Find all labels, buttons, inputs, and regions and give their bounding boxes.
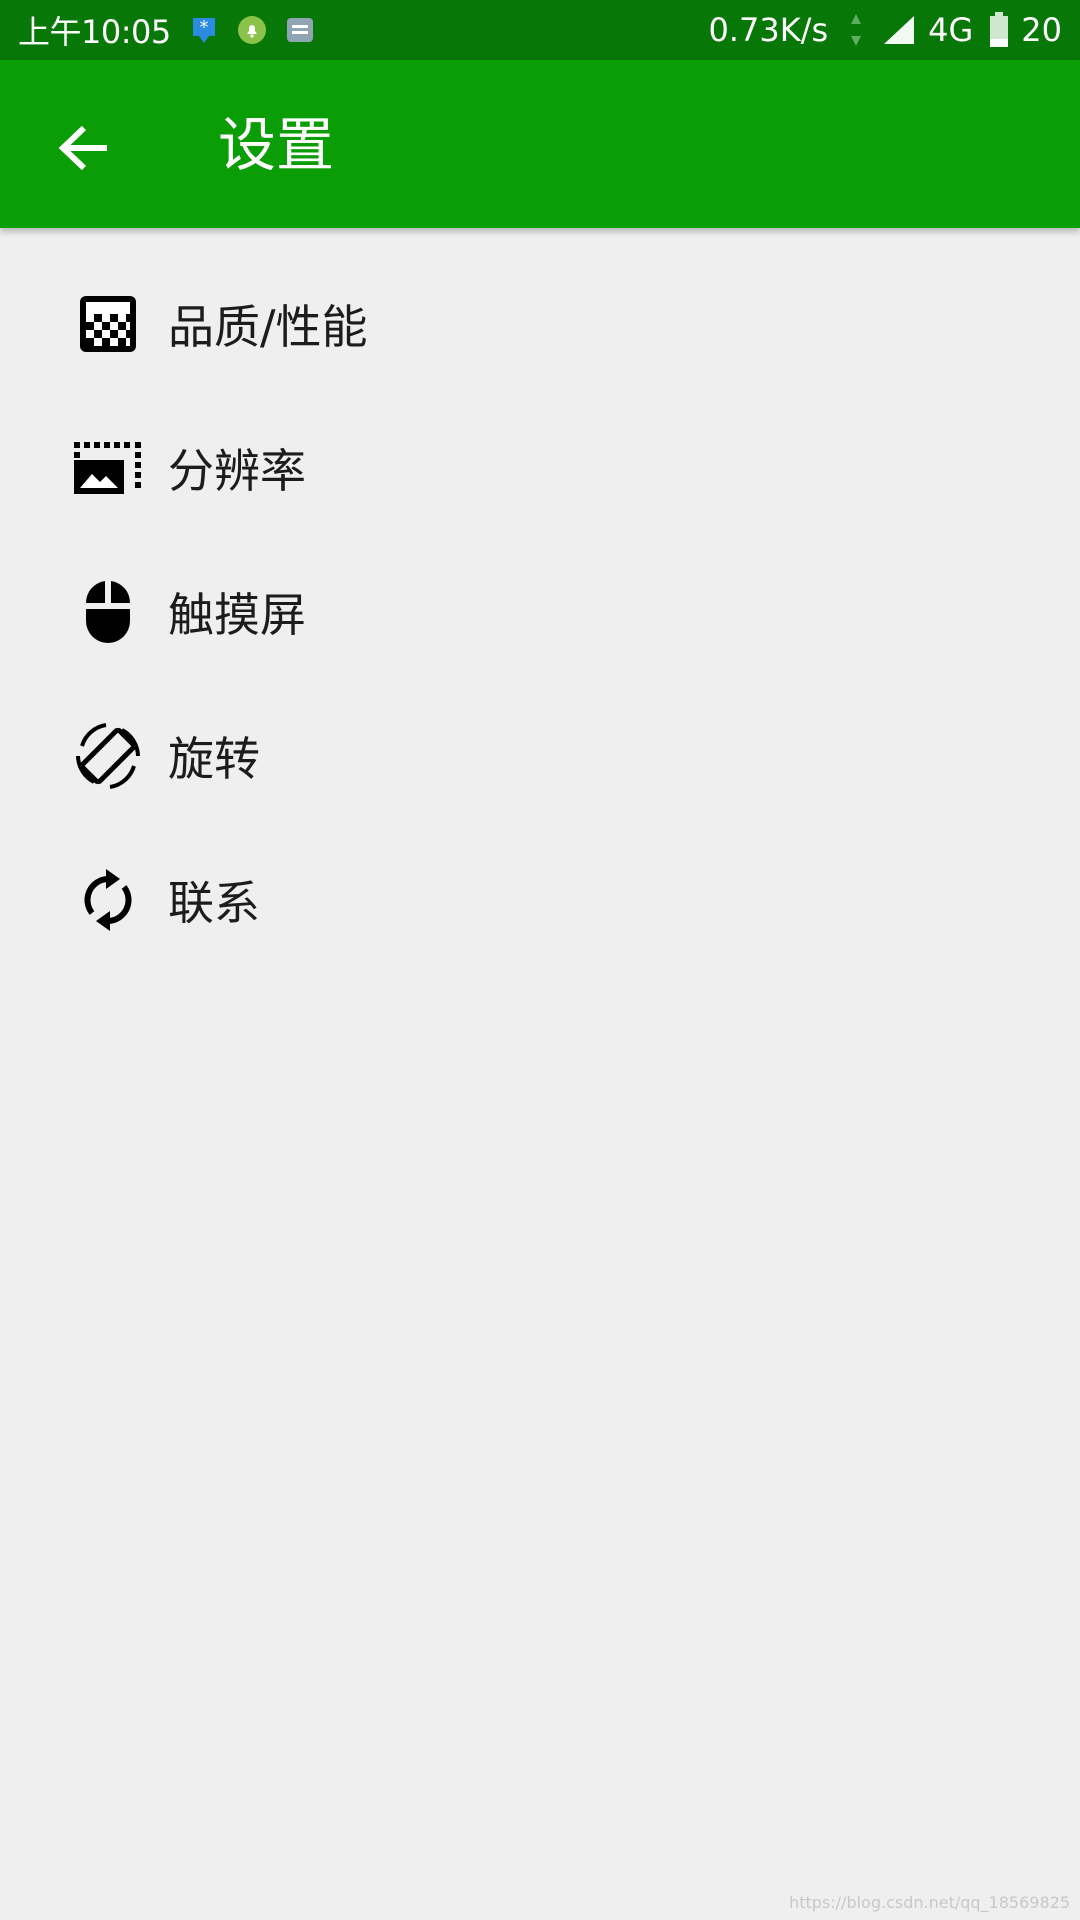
quality-checker-icon (70, 286, 146, 362)
status-left: 上午10:05 * (18, 7, 315, 53)
status-right: 0.73K/s 4G 20 (708, 10, 1062, 50)
resolution-icon (70, 430, 146, 506)
battery-level: 20 (1021, 11, 1062, 49)
status-bar: 上午10:05 * 0.73K/s 4G 20 (0, 0, 1080, 60)
page-title: 设置 (218, 111, 335, 179)
settings-item-resolution[interactable]: 分辨率 (0, 396, 1080, 540)
settings-list: 品质/性能 分辨率 触摸屏 旋转 联系 (0, 228, 1080, 972)
settings-item-label: 旋转 (168, 732, 260, 786)
watermark: https://blog.csdn.net/qq_18569825 (789, 1893, 1070, 1912)
settings-item-label: 触摸屏 (168, 588, 306, 642)
mouse-icon (70, 574, 146, 650)
settings-item-touchscreen[interactable]: 触摸屏 (0, 540, 1080, 684)
bell-icon (237, 15, 267, 45)
signal-icon (882, 14, 916, 46)
status-time: 上午10:05 (18, 13, 171, 51)
sync-icon (70, 862, 146, 938)
screen-rotation-icon (70, 718, 146, 794)
message-icon (285, 15, 315, 45)
settings-item-contact[interactable]: 联系 (0, 828, 1080, 972)
arrow-left-icon (57, 123, 111, 173)
back-button[interactable] (52, 116, 116, 180)
settings-item-quality[interactable]: 品质/性能 (0, 252, 1080, 396)
settings-item-label: 联系 (168, 876, 260, 930)
settings-item-label: 品质/性能 (168, 300, 368, 354)
svg-text:*: * (199, 17, 208, 38)
bluetooth-star-icon: * (189, 15, 219, 45)
network-type: 4G (928, 11, 974, 49)
data-activity-icon (846, 10, 866, 50)
app-bar: 设置 (0, 60, 1080, 228)
network-speed: 0.73K/s (708, 11, 829, 49)
settings-item-rotation[interactable]: 旋转 (0, 684, 1080, 828)
settings-item-label: 分辨率 (168, 444, 306, 498)
battery-icon (989, 12, 1009, 48)
